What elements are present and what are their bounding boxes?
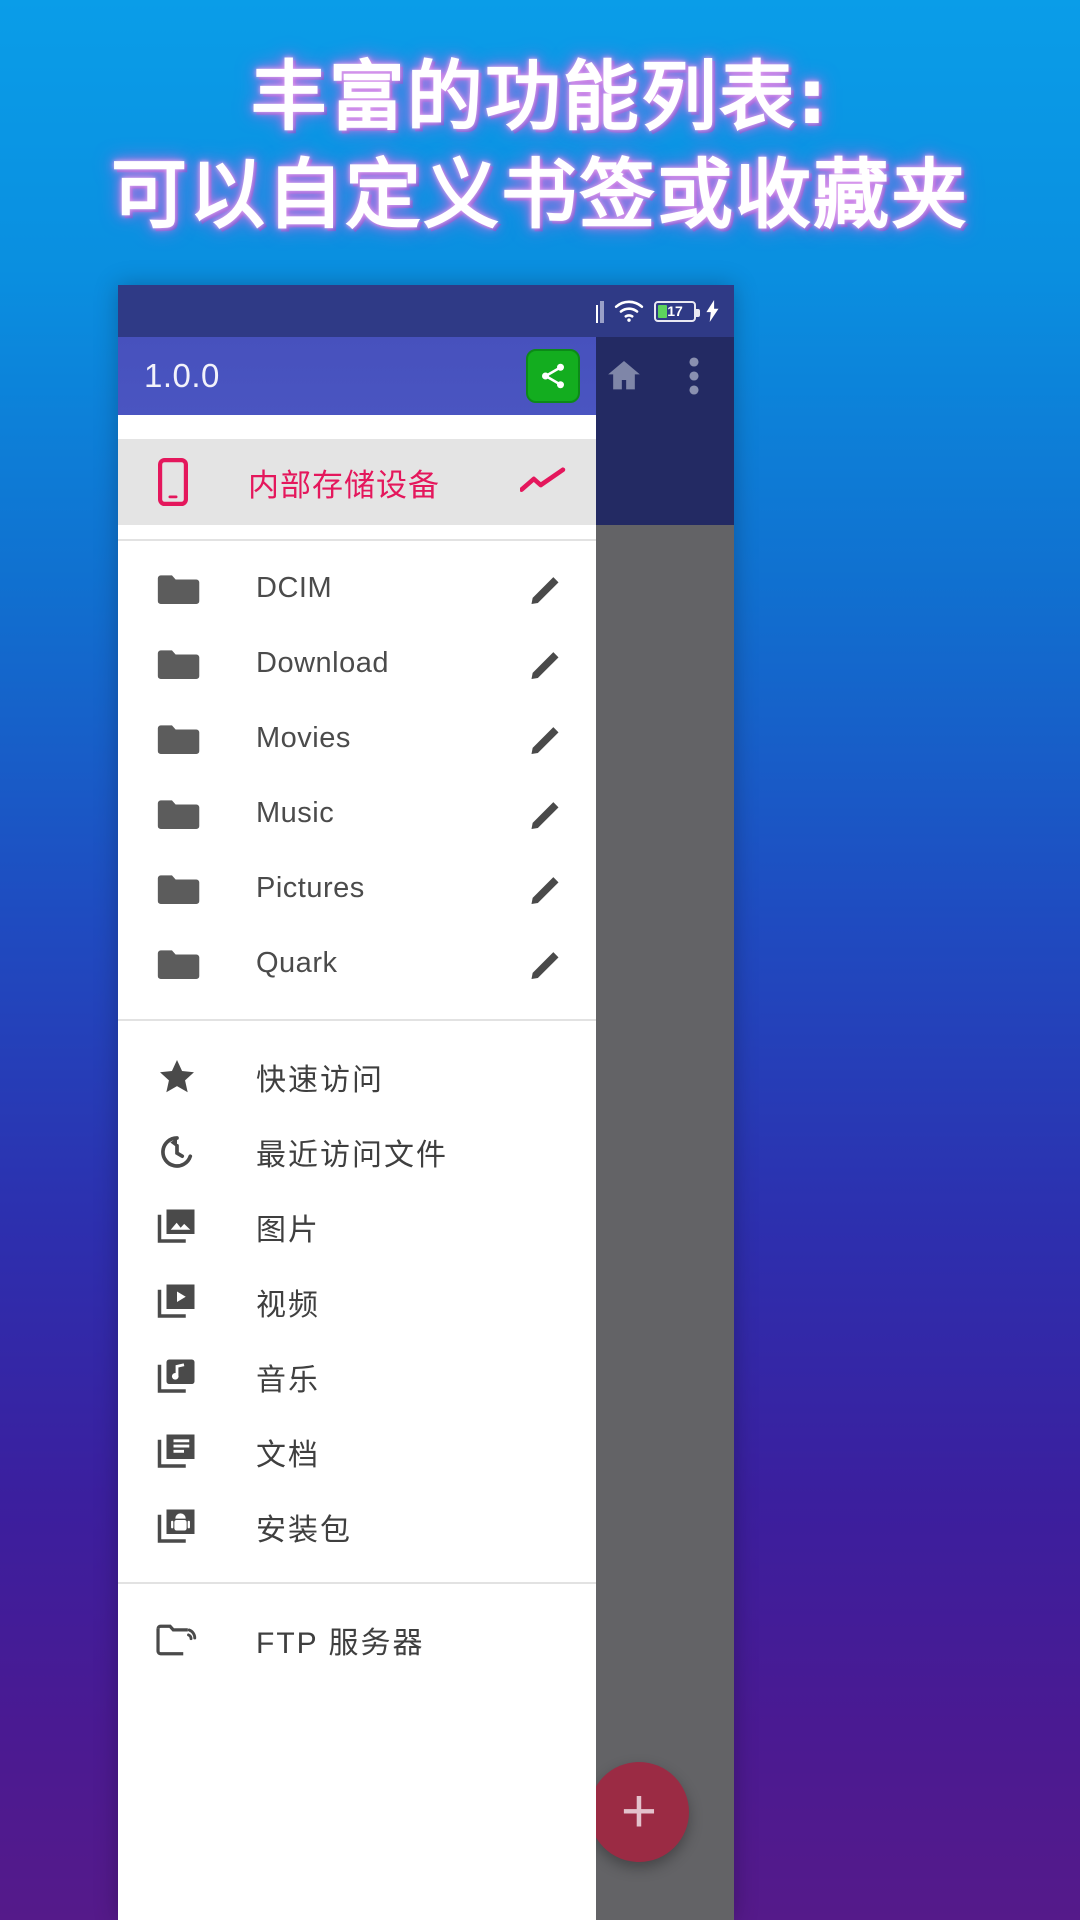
- navigation-drawer: 1.0.0 内部存储设备 DCIM Download Movies Music …: [118, 285, 596, 1920]
- storage-bottom-gap: [118, 525, 596, 539]
- folder-icon: [156, 797, 202, 831]
- list-item-label: 安装包: [256, 1513, 352, 1547]
- list-item-label: Movies: [256, 722, 351, 754]
- group-gap-2: [118, 1021, 596, 1039]
- list-item[interactable]: 音乐: [118, 1339, 596, 1414]
- list-item[interactable]: 快速访问: [118, 1039, 596, 1114]
- list-top-spacer: [118, 541, 596, 551]
- folder-icon: [156, 722, 202, 756]
- battery-indicator: 17: [654, 300, 700, 322]
- list-item[interactable]: FTP 服务器: [118, 1602, 596, 1677]
- android-package-icon: [156, 1506, 202, 1548]
- promo-line-2: 可以自定义书签或收藏夹: [111, 150, 969, 240]
- storage-item-internal[interactable]: 内部存储设备: [118, 439, 596, 525]
- list-item-label: Music: [256, 797, 335, 829]
- pencil-icon[interactable]: [526, 569, 566, 609]
- list-item[interactable]: Pictures: [118, 851, 596, 926]
- share-button[interactable]: [526, 349, 580, 403]
- lightning-bolt-icon: [706, 300, 719, 322]
- promo-headline: 丰富的功能列表: 可以自定义书签或收藏夹: [0, 52, 1080, 240]
- battery-percent-label: 17: [667, 302, 683, 319]
- list-item-label: 最近访问文件: [256, 1138, 448, 1172]
- storage-item-label: 内部存储设备: [248, 467, 440, 503]
- list-item-label: 图片: [256, 1213, 320, 1247]
- list-item[interactable]: 安装包: [118, 1489, 596, 1564]
- add-fab-button[interactable]: +: [589, 1762, 689, 1862]
- app-version-label: 1.0.0: [144, 357, 220, 394]
- group-gap-1: [118, 1001, 596, 1019]
- list-item-label: Pictures: [256, 872, 365, 904]
- list-item[interactable]: DCIM: [118, 551, 596, 626]
- list-item-label: FTP 服务器: [256, 1626, 425, 1660]
- star-icon: [156, 1056, 202, 1098]
- document-library-icon: [156, 1431, 202, 1473]
- list-item-label: 快速访问: [256, 1063, 384, 1097]
- drawer-app-bar: 1.0.0: [118, 337, 596, 415]
- folder-icon: [156, 947, 202, 981]
- home-icon[interactable]: [604, 356, 644, 396]
- pencil-icon[interactable]: [526, 944, 566, 984]
- list-item[interactable]: Movies: [118, 701, 596, 776]
- list-item-label: 视频: [256, 1288, 320, 1322]
- list-item[interactable]: 文档: [118, 1414, 596, 1489]
- music-library-icon: [156, 1356, 202, 1398]
- list-item[interactable]: 视频: [118, 1264, 596, 1339]
- share-icon: [542, 363, 564, 389]
- pencil-icon[interactable]: [526, 869, 566, 909]
- drawer-status-spacer: [118, 285, 596, 337]
- folder-icon: [156, 572, 202, 606]
- more-vertical-icon[interactable]: [688, 355, 700, 397]
- video-library-icon: [156, 1281, 202, 1323]
- list-item[interactable]: Download: [118, 626, 596, 701]
- list-item[interactable]: Quark: [118, 926, 596, 1001]
- wifi-icon: [614, 300, 644, 322]
- folder-icon: [156, 647, 202, 681]
- smartphone-icon: [156, 458, 190, 506]
- history-icon: [156, 1131, 202, 1173]
- phone-screenshot: 晚上11:11 | 0.0K/s HD: [118, 285, 734, 1920]
- list-item-label: 文档: [256, 1438, 320, 1472]
- pencil-icon[interactable]: [526, 719, 566, 759]
- list-item-label: DCIM: [256, 572, 333, 604]
- drawer-list: DCIM Download Movies Music Pictures Quar…: [118, 541, 596, 1920]
- list-item-label: Quark: [256, 947, 338, 979]
- pencil-icon[interactable]: [526, 644, 566, 684]
- pencil-icon[interactable]: [526, 794, 566, 834]
- promo-line-1: 丰富的功能列表:: [250, 52, 830, 141]
- list-item[interactable]: 最近访问文件: [118, 1114, 596, 1189]
- group-gap-3: [118, 1564, 596, 1582]
- folder-icon: [156, 872, 202, 906]
- trending-up-icon[interactable]: [520, 467, 566, 497]
- list-item-label: Download: [256, 647, 389, 679]
- list-item[interactable]: Music: [118, 776, 596, 851]
- photo-library-icon: [156, 1206, 202, 1248]
- plus-icon: +: [620, 1777, 658, 1846]
- folder-wifi-icon: [156, 1622, 202, 1658]
- list-item-label: 音乐: [256, 1363, 320, 1397]
- list-item[interactable]: 图片: [118, 1189, 596, 1264]
- drawer-top-gap: [118, 415, 596, 439]
- group-gap-4: [118, 1584, 596, 1602]
